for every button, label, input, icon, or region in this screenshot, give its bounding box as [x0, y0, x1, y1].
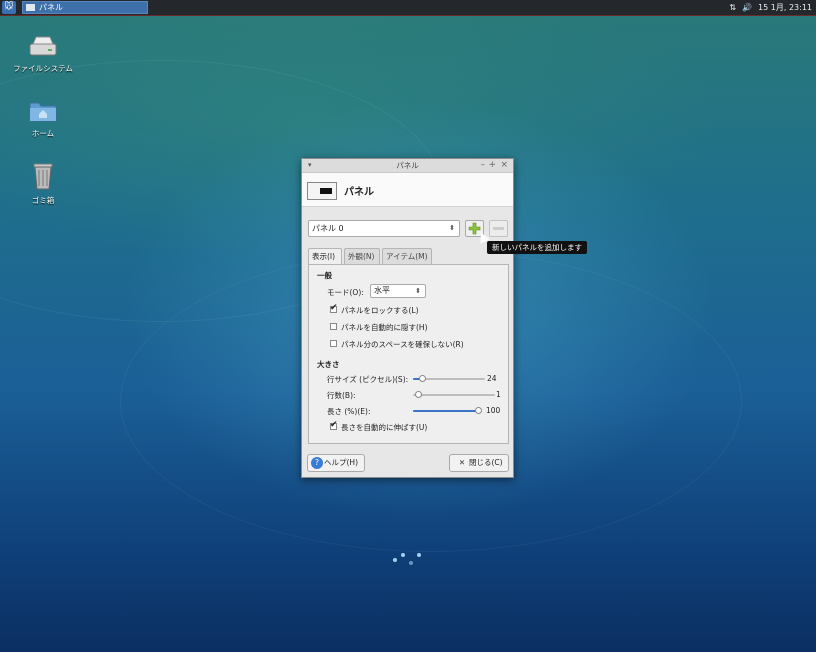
taskbar-window-label: パネル [39, 3, 63, 12]
taskbar-window-button[interactable]: パネル [22, 1, 148, 14]
close-button-label: 閉じる(C) [469, 458, 503, 467]
length-slider[interactable] [413, 410, 479, 412]
desktop-icon-label: ゴミ箱 [31, 196, 55, 205]
general-heading: 一般 [317, 271, 332, 280]
length-label: 長さ (%)(E): [327, 407, 371, 416]
maximize-icon[interactable]: + [488, 159, 496, 172]
autohide-label: パネルを自動的に隠す(H) [341, 323, 428, 332]
dialog-header: パネル [302, 173, 513, 207]
desktop-icon-label: ファイルシステム [13, 64, 73, 73]
rows-value: 1 [496, 390, 501, 399]
auto-expand-checkbox[interactable] [330, 420, 338, 430]
help-icon: ? [311, 457, 323, 469]
panel-select[interactable]: パネル 0 ⬍ [308, 220, 460, 237]
close-x-icon: ✕ [458, 458, 466, 467]
mode-label: モード(O): [327, 288, 364, 297]
rows-slider[interactable] [413, 394, 495, 396]
top-panel: 🐭 パネル ⇅ 🔊 15 1月, 23:11 [0, 0, 816, 16]
drive-icon [8, 34, 78, 60]
tab-appearance[interactable]: 外観(N) [344, 248, 380, 264]
applications-menu-button[interactable]: 🐭 [2, 1, 16, 14]
tab-display[interactable]: 表示(I) [308, 248, 342, 265]
loading-spinner-icon [393, 553, 423, 565]
panel-select-value: パネル 0 [312, 224, 344, 233]
minimize-icon[interactable]: – [481, 159, 486, 172]
clock[interactable]: 15 1月, 23:11 [758, 3, 812, 12]
desktop-icon-home[interactable]: ホーム [8, 99, 78, 139]
spin-arrows-icon: ⬍ [415, 287, 421, 295]
help-button[interactable]: ? ヘルプ(H) [307, 454, 365, 472]
panel-icon [307, 182, 337, 200]
close-icon[interactable]: × [500, 159, 508, 172]
help-button-label: ヘルプ(H) [324, 458, 358, 467]
spin-arrows-icon: ⬍ [449, 224, 455, 232]
row-size-label: 行サイズ (ピクセル)(S): [327, 375, 409, 384]
lock-panel-checkbox[interactable] [330, 303, 338, 313]
row-size-value: 24 [487, 374, 497, 383]
size-heading: 大きさ [317, 360, 340, 369]
dont-reserve-space-checkbox[interactable] [330, 340, 337, 347]
dont-reserve-space-label: パネル分のスペースを確保しない(R) [341, 340, 464, 349]
length-value: 100 [486, 406, 501, 415]
auto-expand-label: 長さを自動的に伸ばす(U) [341, 423, 428, 432]
mode-select[interactable]: 水平 ⬍ [370, 284, 426, 298]
desktop-icon-label: ホーム [31, 129, 55, 138]
trash-icon [8, 162, 78, 192]
xfce-mouse-icon: 🐭 [4, 2, 14, 12]
dialog-titlebar[interactable]: ▾ パネル – + × [302, 159, 513, 173]
minus-icon [493, 227, 504, 230]
rows-slider-handle[interactable] [415, 391, 422, 398]
row-size-slider-handle[interactable] [419, 375, 426, 382]
desktop-icon-trash[interactable]: ゴミ箱 [8, 162, 78, 206]
system-tray: ⇅ 🔊 15 1月, 23:11 [723, 0, 812, 15]
autohide-checkbox[interactable] [330, 323, 337, 330]
tab-items[interactable]: アイテム(M) [382, 248, 432, 264]
display-tab-panel: 一般 モード(O): 水平 ⬍ パネルをロックする(L) パネルを自動的に隠す(… [308, 264, 509, 444]
add-panel-tooltip: 新しいパネルを追加します [487, 241, 587, 254]
length-slider-handle[interactable] [475, 407, 482, 414]
desktop-icon-filesystem[interactable]: ファイルシステム [8, 34, 78, 74]
panel-preferences-dialog: ▾ パネル – + × パネル パネル 0 ⬍ 表示(I) 外観(N) アイテム… [301, 158, 514, 478]
window-icon [26, 4, 35, 11]
rows-label: 行数(B): [327, 391, 356, 400]
volume-icon[interactable]: 🔊 [742, 3, 752, 12]
mode-select-value: 水平 [374, 286, 390, 295]
network-icon[interactable]: ⇅ [729, 3, 736, 12]
header-title: パネル [344, 187, 374, 198]
close-button[interactable]: ✕ 閉じる(C) [449, 454, 509, 472]
home-folder-icon [8, 99, 78, 125]
remove-panel-button[interactable] [489, 220, 508, 237]
lock-panel-label: パネルをロックする(L) [341, 306, 419, 315]
